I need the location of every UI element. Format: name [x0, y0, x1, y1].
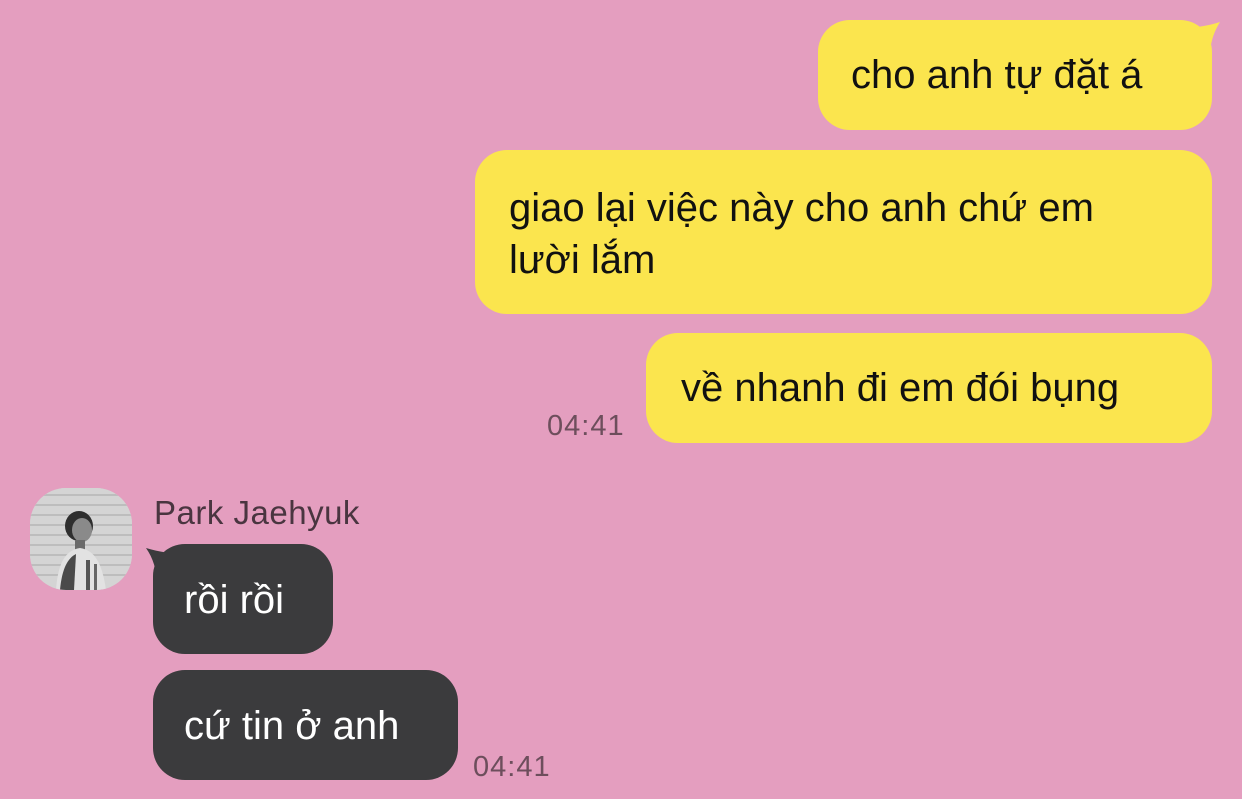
message-text-line: giao lại việc này cho anh chứ em [509, 186, 1094, 230]
message-text-line: lười lắm [509, 238, 656, 282]
outgoing-message[interactable]: giao lại việc này cho anh chứ em lười lắ… [475, 150, 1212, 314]
message-text: rồi rồi [184, 578, 285, 622]
incoming-message[interactable]: cứ tin ở anh [153, 670, 458, 780]
incoming-message[interactable]: rồi rồi [153, 544, 333, 654]
message-timestamp: 04:41 [547, 410, 625, 442]
message-text: cứ tin ở anh [184, 704, 400, 748]
person-photo-icon [30, 488, 132, 590]
message-text: cho anh tự đặt á [851, 53, 1143, 97]
chat-view: cho anh tự đặt á giao lại việc này cho a… [0, 0, 1242, 799]
sender-name: Park Jaehyuk [154, 494, 360, 531]
avatar[interactable] [30, 488, 132, 590]
message-text: về nhanh đi em đói bụng [681, 366, 1120, 410]
outgoing-message[interactable]: cho anh tự đặt á [818, 20, 1212, 130]
message-timestamp: 04:41 [473, 751, 551, 783]
outgoing-message[interactable]: về nhanh đi em đói bụng [646, 333, 1212, 443]
